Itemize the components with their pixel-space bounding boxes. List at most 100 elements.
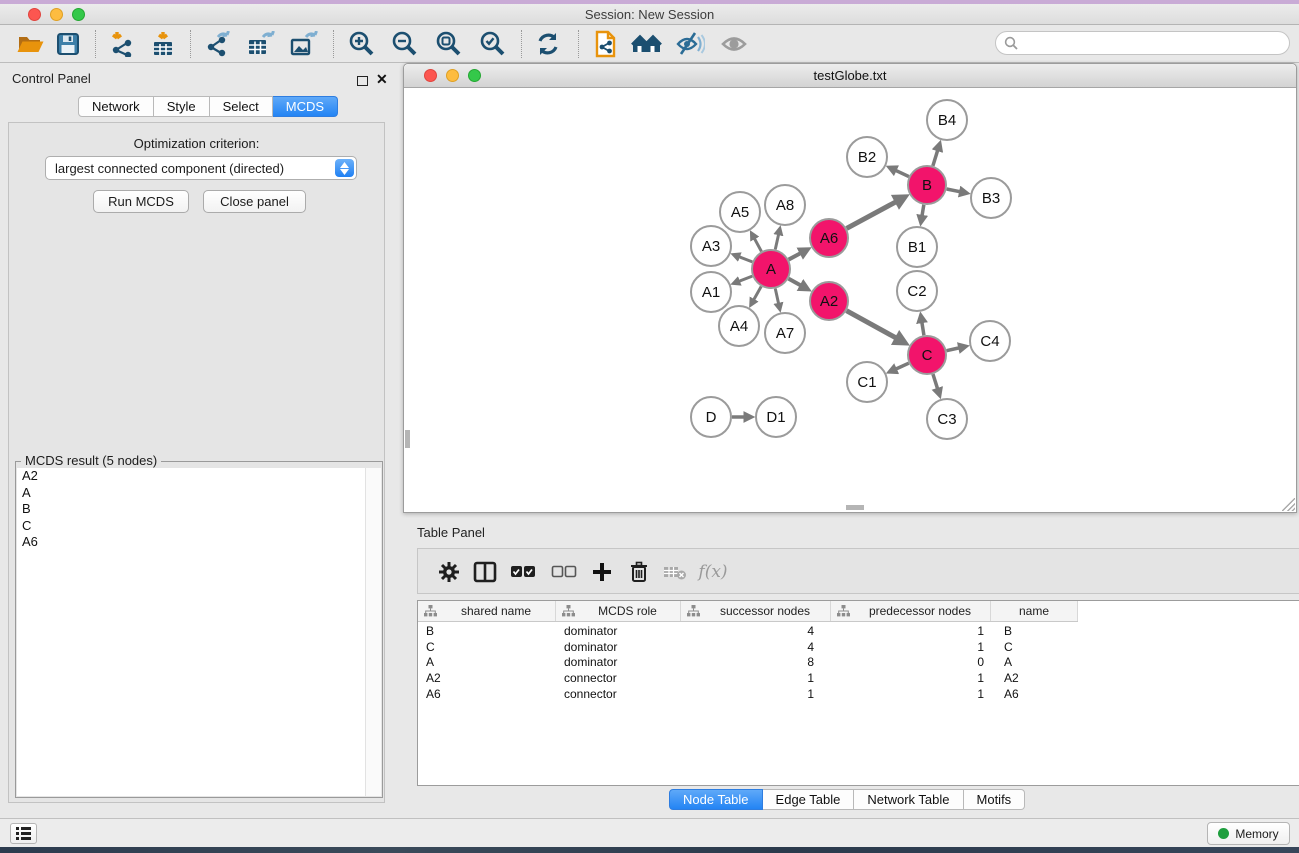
- mcds-result-item[interactable]: C: [17, 518, 365, 535]
- mcds-result-item[interactable]: A2: [17, 468, 365, 485]
- mcds-result-list[interactable]: A2ABCA6: [17, 468, 365, 796]
- close-panel-icon[interactable]: ✕: [376, 74, 388, 84]
- edge-C-C2[interactable]: [922, 322, 924, 335]
- zoom-selected-icon[interactable]: [477, 29, 509, 59]
- zoom-out-icon[interactable]: [389, 29, 421, 59]
- cell-name: A6: [991, 687, 1078, 701]
- toolbar-separator: [95, 30, 96, 58]
- edge-C-C4[interactable]: [947, 348, 960, 351]
- edge-A-A3[interactable]: [739, 257, 753, 262]
- network-graph-canvas[interactable]: AA1A2A3A4A5A6A7A8BB1B2B3B4CC1C2C3C4DD1: [404, 88, 1296, 512]
- show-all-networks-icon[interactable]: [631, 29, 663, 59]
- mcds-result-item[interactable]: A6: [17, 534, 365, 551]
- edge-A-A6[interactable]: [789, 253, 801, 260]
- table-row[interactable]: A6connector11A6: [418, 686, 1299, 702]
- edge-B-B3[interactable]: [947, 189, 961, 192]
- delete-column-icon[interactable]: [624, 557, 654, 587]
- mcds-result-item[interactable]: B: [17, 501, 365, 518]
- node-label-A6: A6: [820, 230, 838, 247]
- refresh-icon[interactable]: [532, 29, 564, 59]
- add-column-icon[interactable]: [587, 557, 617, 587]
- window-titlebar: Session: New Session: [0, 4, 1299, 25]
- table-row[interactable]: Bdominator41B: [418, 623, 1299, 639]
- graph-horizontal-scroll-indicator[interactable]: [846, 505, 864, 510]
- float-panel-icon[interactable]: [357, 73, 368, 91]
- cell-name: B: [991, 624, 1078, 638]
- edge-A-A4[interactable]: [754, 286, 762, 300]
- search-box[interactable]: [995, 31, 1290, 55]
- edge-C-C1[interactable]: [895, 363, 908, 369]
- node-label-A8: A8: [776, 197, 794, 214]
- zoom-fit-icon[interactable]: [433, 29, 465, 59]
- memory-button[interactable]: Memory: [1207, 822, 1290, 845]
- node-label-A: A: [766, 261, 776, 278]
- edge-A-A2[interactable]: [789, 279, 802, 286]
- cell-successor-nodes: 4: [681, 640, 831, 654]
- hide-selected-icon[interactable]: [674, 29, 706, 59]
- tab-mcds[interactable]: MCDS: [273, 96, 338, 117]
- show-selected-icon[interactable]: [718, 29, 750, 59]
- edge-B-B4[interactable]: [933, 150, 938, 166]
- tab-network[interactable]: Network: [78, 96, 154, 117]
- select-all-columns-icon[interactable]: [508, 557, 538, 587]
- edge-A-A1[interactable]: [739, 276, 753, 281]
- tab-edge-table[interactable]: Edge Table: [763, 789, 855, 810]
- optimization-criterion-select[interactable]: largest connected component (directed): [45, 156, 357, 180]
- table-row[interactable]: Adominator80A: [418, 655, 1299, 671]
- cell-shared-name: A: [418, 655, 556, 669]
- column-header-MCDS-role[interactable]: MCDS role: [556, 601, 681, 621]
- column-header-shared-name[interactable]: shared name: [418, 601, 556, 621]
- edge-A2-C[interactable]: [847, 311, 897, 339]
- import-network-icon[interactable]: [106, 29, 138, 59]
- column-header-name[interactable]: name: [991, 601, 1078, 621]
- export-table-icon[interactable]: [245, 29, 277, 59]
- deselect-all-columns-icon[interactable]: [549, 557, 579, 587]
- column-header-predecessor-nodes[interactable]: predecessor nodes: [831, 601, 991, 621]
- network-view-window: testGlobe.txt AA1A2A3A4A5A6A7A8BB1B2B3B4…: [403, 63, 1297, 513]
- window-resize-grip[interactable]: [1282, 498, 1295, 511]
- show-columns-icon[interactable]: [470, 557, 500, 587]
- dropdown-selected-value: largest connected component (directed): [55, 161, 284, 176]
- open-session-icon[interactable]: [14, 29, 46, 59]
- edge-A-A5[interactable]: [754, 238, 761, 251]
- edge-A-A8[interactable]: [775, 234, 778, 249]
- edge-A6-B[interactable]: [847, 201, 897, 228]
- export-image-icon[interactable]: [288, 29, 320, 59]
- close-panel-button[interactable]: Close panel: [203, 190, 306, 213]
- mcds-result-scrollbar[interactable]: [365, 468, 381, 796]
- tab-motifs[interactable]: Motifs: [964, 789, 1026, 810]
- edge-C-C3[interactable]: [933, 374, 938, 389]
- tab-node-table[interactable]: Node Table: [669, 789, 763, 810]
- duplicate-network-icon[interactable]: [590, 29, 622, 59]
- tab-style[interactable]: Style: [154, 96, 210, 117]
- zoom-in-icon[interactable]: [346, 29, 378, 59]
- function-builder-icon[interactable]: f(x): [694, 557, 732, 587]
- edge-B-B1[interactable]: [922, 205, 924, 217]
- node-label-C: C: [922, 347, 933, 364]
- cell-shared-name: B: [418, 624, 556, 638]
- export-network-icon[interactable]: [202, 29, 234, 59]
- window-title: Session: New Session: [0, 7, 1299, 22]
- delete-table-icon[interactable]: [660, 557, 690, 587]
- edge-B-B2[interactable]: [895, 170, 909, 176]
- task-history-button[interactable]: [10, 823, 37, 844]
- import-table-icon[interactable]: [147, 29, 179, 59]
- cell-successor-nodes: 1: [681, 687, 831, 701]
- table-options-gear-icon[interactable]: [434, 557, 464, 587]
- mcds-result-group: MCDS result (5 nodes) A2ABCA6: [15, 461, 383, 798]
- graph-vertical-scroll-indicator[interactable]: [405, 430, 410, 448]
- memory-status-icon: [1218, 828, 1229, 839]
- mcds-result-item[interactable]: A: [17, 485, 365, 502]
- save-session-icon[interactable]: [52, 29, 84, 59]
- tab-network-table[interactable]: Network Table: [854, 789, 963, 810]
- table-row[interactable]: Cdominator41C: [418, 639, 1299, 655]
- tab-select[interactable]: Select: [210, 96, 273, 117]
- table-panel-title: Table Panel: [417, 525, 485, 540]
- node-label-B3: B3: [982, 190, 1000, 207]
- run-mcds-button[interactable]: Run MCDS: [93, 190, 189, 213]
- column-header-successor-nodes[interactable]: successor nodes: [681, 601, 831, 621]
- node-label-B1: B1: [908, 239, 926, 256]
- edge-A-A7[interactable]: [775, 289, 778, 304]
- table-row[interactable]: A2connector11A2: [418, 670, 1299, 686]
- network-window-titlebar[interactable]: testGlobe.txt: [404, 64, 1296, 88]
